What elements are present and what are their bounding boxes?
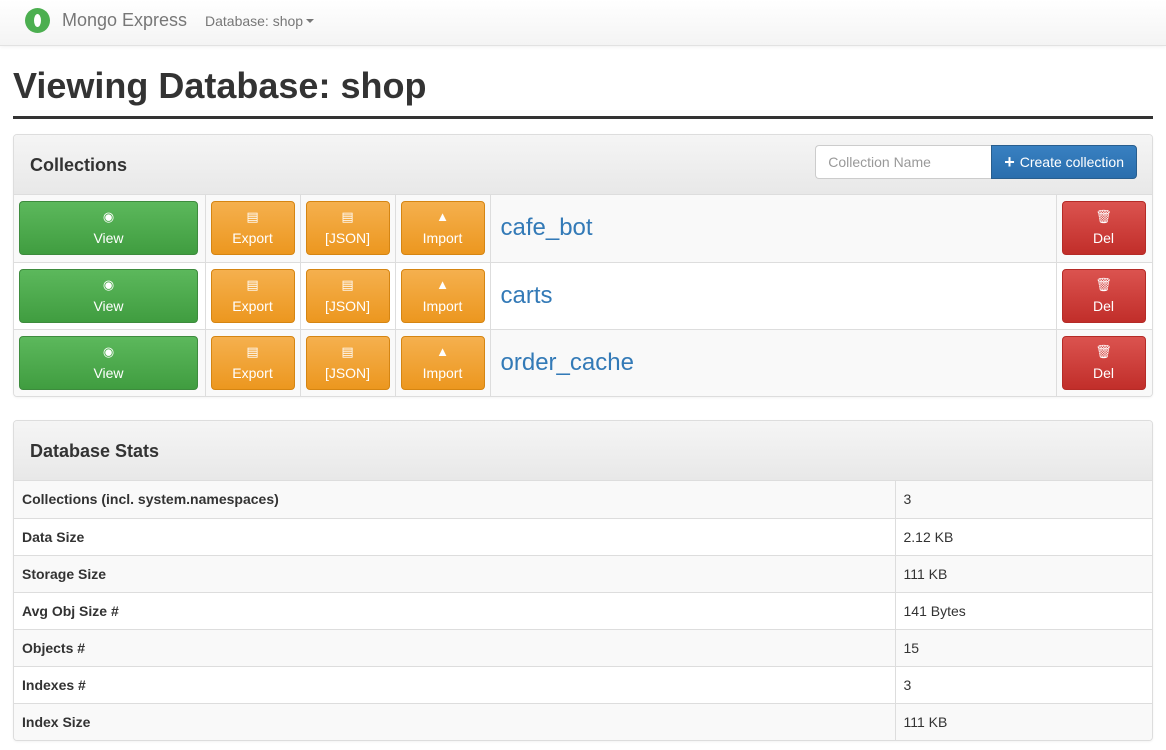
delete-button-label: Del: [1092, 230, 1114, 247]
collections-title: Collections: [30, 155, 128, 175]
export-button-label: Export: [232, 230, 273, 247]
import-button-label: Import: [422, 230, 463, 247]
create-collection-form: + Create collection: [815, 145, 1137, 179]
export-button-label: Export: [232, 297, 273, 314]
view-button-label: View: [93, 364, 124, 381]
stat-value: 15: [895, 628, 1152, 666]
export-json-button[interactable]: ▤ [JSON]: [305, 335, 390, 390]
eye-icon: ◉: [102, 343, 115, 359]
stats-row: Objects #15: [14, 628, 1152, 666]
collections-panel: Collections + Create collection ◉ View ▤ Ex…: [13, 134, 1153, 397]
stat-value: 111 KB: [895, 702, 1152, 740]
export-json-button-label: [JSON]: [324, 364, 371, 381]
stats-panel-header: Database Stats: [14, 421, 1152, 481]
collection-row: ◉ View ▤ Export ▤ [JSON] ▲ Import cafe_bot 🗑 Del: [14, 195, 1152, 262]
stats-row: Data Size 2.12 KB: [14, 517, 1152, 555]
stats-panel: Database Stats Collections (incl. system…: [13, 420, 1153, 741]
stat-label: Collections (incl. system.namespaces): [14, 481, 896, 518]
plus-icon: +: [1004, 152, 1015, 172]
stat-value: 141 Bytes: [895, 591, 1152, 629]
stats-row: Storage Size 111 KB: [14, 554, 1152, 592]
brand-link[interactable]: Mongo Express: [25, 8, 187, 33]
export-json-button[interactable]: ▤ [JSON]: [305, 268, 390, 323]
stat-value: 3: [895, 481, 1152, 518]
export-button-label: Export: [232, 364, 273, 381]
page-title: Viewing Database: shop: [13, 64, 1153, 119]
collection-link[interactable]: order_cache: [496, 349, 634, 376]
save-download-icon: ▤: [341, 209, 354, 225]
trash-icon: 🗑: [1095, 209, 1112, 225]
stat-label: Indexes #: [14, 665, 896, 703]
collection-link[interactable]: cafe_bot: [496, 214, 593, 241]
stat-label: Storage Size: [14, 554, 896, 592]
save-download-icon: ▤: [246, 276, 259, 292]
collection-name-input[interactable]: [815, 145, 992, 179]
import-button[interactable]: ▲ Import: [400, 335, 485, 390]
stat-label: Objects #: [14, 628, 896, 666]
save-download-icon: ▤: [246, 209, 259, 225]
collections-panel-header: Collections + Create collection: [14, 135, 1152, 195]
export-json-button-label: [JSON]: [324, 297, 371, 314]
stats-row: Avg Obj Size #141 Bytes: [14, 591, 1152, 629]
collection-row: ◉ View ▤ Export ▤ [JSON] ▲ Import order_cache 🗑 De…: [14, 328, 1152, 396]
export-button[interactable]: ▤ Export: [210, 335, 295, 390]
cloud-upload-icon: ▲: [436, 209, 449, 225]
view-button-label: View: [93, 297, 124, 314]
stat-value: 3: [895, 665, 1152, 703]
save-download-icon: ▤: [341, 276, 354, 292]
stat-label: Data Size: [14, 517, 896, 555]
cloud-upload-icon: ▲: [436, 276, 449, 292]
brand-name: Mongo Express: [62, 10, 188, 30]
create-collection-label: Create collection: [1019, 154, 1124, 170]
export-json-button-label: [JSON]: [324, 230, 371, 247]
delete-button-label: Del: [1092, 297, 1114, 314]
import-button[interactable]: ▲ Import: [400, 268, 485, 323]
mongodb-leaf-icon: [25, 8, 50, 33]
stat-label: Index Size: [14, 702, 896, 740]
save-download-icon: ▤: [341, 343, 354, 359]
database-dropdown[interactable]: Database: shop: [205, 13, 315, 29]
delete-button[interactable]: 🗑 Del: [1061, 268, 1146, 323]
trash-icon: 🗑: [1095, 343, 1112, 359]
navbar: Mongo Express Database: shop: [0, 0, 1166, 46]
delete-button[interactable]: 🗑 Del: [1061, 201, 1146, 256]
stat-label: Avg Obj Size #: [14, 591, 896, 629]
eye-icon: ◉: [102, 209, 115, 225]
view-button[interactable]: ◉ View: [19, 268, 198, 323]
stat-value: 2.12 KB: [895, 517, 1152, 555]
collection-row: ◉ View ▤ Export ▤ [JSON] ▲ Import carts 🗑 Del: [14, 261, 1152, 329]
export-button[interactable]: ▤ Export: [210, 201, 295, 256]
view-button[interactable]: ◉ View: [19, 335, 198, 390]
import-button[interactable]: ▲ Import: [400, 201, 485, 256]
export-button[interactable]: ▤ Export: [210, 268, 295, 323]
import-button-label: Import: [422, 364, 463, 381]
stats-row: Index Size 111 KB: [14, 702, 1152, 740]
trash-icon: 🗑: [1095, 276, 1112, 292]
eye-icon: ◉: [102, 276, 115, 292]
export-json-button[interactable]: ▤ [JSON]: [305, 201, 390, 256]
stat-value: 111 KB: [895, 554, 1152, 592]
stats-title: Database Stats: [30, 441, 160, 461]
stats-row: Indexes #3: [14, 665, 1152, 703]
import-button-label: Import: [422, 297, 463, 314]
save-download-icon: ▤: [246, 343, 259, 359]
create-collection-button[interactable]: + Create collection: [991, 145, 1137, 179]
view-button[interactable]: ◉ View: [19, 201, 198, 256]
cloud-upload-icon: ▲: [436, 343, 449, 359]
database-dropdown-label: Database: shop: [205, 13, 304, 29]
stats-table: Collections (incl. system.namespaces) 3 Da…: [14, 481, 1152, 740]
stats-row: Collections (incl. system.namespaces) 3: [14, 481, 1152, 518]
caret-down-icon: [306, 19, 315, 23]
delete-button-label: Del: [1092, 364, 1114, 381]
collection-link[interactable]: carts: [496, 282, 553, 309]
collections-table: ◉ View ▤ Export ▤ [JSON] ▲ Import cafe_bot 🗑 Del ◉ V…: [14, 195, 1152, 396]
delete-button[interactable]: 🗑 Del: [1061, 335, 1146, 390]
view-button-label: View: [93, 230, 124, 247]
